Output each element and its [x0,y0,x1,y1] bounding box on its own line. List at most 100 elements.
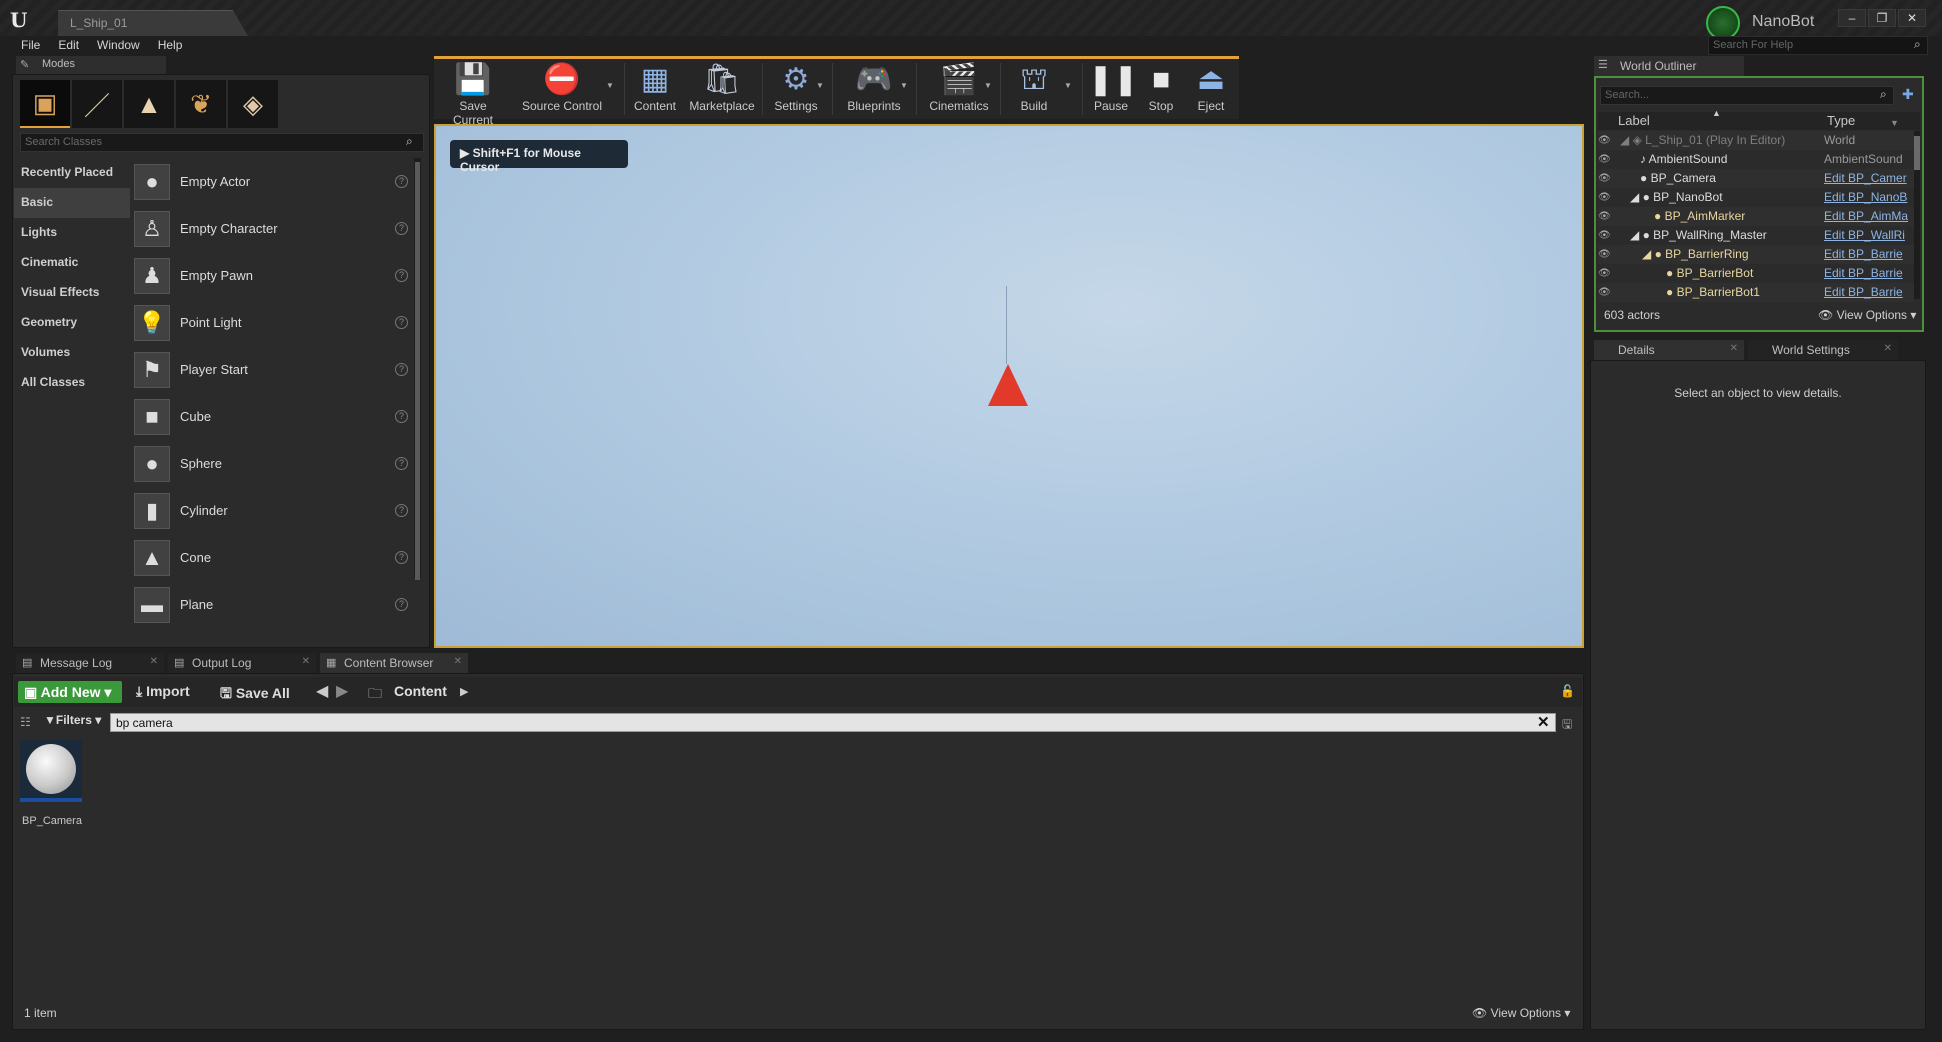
help-icon[interactable]: ? [395,316,408,329]
source-control-dropdown-icon[interactable]: ▼ [606,81,614,90]
help-icon[interactable]: ? [395,504,408,517]
sources-toggle-icon[interactable]: ☷ [20,715,31,729]
clear-search-icon[interactable]: ✕ [1537,713,1550,731]
tab-content-browser[interactable]: ▦ Content Browser ✕ [320,653,468,673]
tab-world-settings[interactable]: World Settings ✕ [1748,340,1898,360]
lock-icon[interactable]: 🔓 [1560,684,1575,698]
outliner-row[interactable]: 👁 ◢ ● BP_WallRing_Master Edit BP_WallRi [1598,226,1914,245]
edit-blueprint-link[interactable]: Edit BP_Barrie [1824,264,1910,283]
world-outliner-tab[interactable]: World Outliner [1594,56,1744,76]
asset-search-input[interactable]: bp camera [110,713,1556,732]
outliner-row[interactable]: 👁 ◢ ● BP_BarrierRing Edit BP_Barrie [1598,245,1914,264]
outliner-row[interactable]: 👁 ◢ ● BP_NanoBot Edit BP_NanoB [1598,188,1914,207]
visibility-eye-icon[interactable]: 👁 [1598,264,1612,283]
class-item[interactable]: 💡 Point Light? [134,299,412,346]
visibility-eye-icon[interactable]: 👁 [1598,245,1612,264]
close-icon[interactable]: ✕ [150,656,158,667]
filters-button[interactable]: ▼Filters ▾ [44,713,101,727]
visibility-eye-icon[interactable]: 👁 [1598,188,1612,207]
settings-dropdown-icon[interactable]: ▼ [816,81,824,90]
search-icon[interactable]: ⌕ [1914,37,1921,52]
close-button[interactable]: ✕ [1898,9,1926,27]
level-document-tab[interactable]: L_Ship_01 [58,10,248,36]
class-item[interactable]: ▬ Plane? [134,581,412,628]
tab-message-log[interactable]: ▤ Message Log ✕ [16,653,164,673]
outliner-row[interactable]: 👁 ◢ ◈ L_Ship_01 (Play In Editor) World [1598,131,1914,150]
add-new-button[interactable]: ▣ Add New ▾ [18,681,122,703]
class-search-input[interactable]: Search Classes [20,133,424,152]
category-recently-placed[interactable]: Recently Placed [14,158,130,188]
class-item[interactable]: ● Sphere? [134,440,412,487]
landscape-mode-button[interactable]: ▲ [124,80,174,128]
back-arrow-icon[interactable]: ◀ [316,681,328,701]
cone-actor[interactable] [988,364,1028,406]
tab-output-log[interactable]: ▤ Output Log ✕ [168,653,316,673]
edit-blueprint-link[interactable]: Edit BP_WallRi [1824,226,1910,245]
class-item[interactable]: ▲ Cone? [134,534,412,581]
save-current-button[interactable]: 💾 Save Current [438,59,508,127]
menu-edit[interactable]: Edit [49,36,88,56]
breadcrumb-content[interactable]: Content [394,683,447,699]
close-icon[interactable]: ✕ [302,656,310,667]
category-cinematic[interactable]: Cinematic [14,248,130,278]
help-icon[interactable]: ? [395,175,408,188]
help-search-input[interactable]: Search For Help [1708,36,1928,55]
close-icon[interactable]: ✕ [1884,343,1892,354]
type-column-header[interactable]: Type [1827,113,1855,128]
class-item[interactable]: ■ Cube? [134,393,412,440]
menu-file[interactable]: File [12,36,49,56]
menu-help[interactable]: Help [149,36,192,56]
asset-tile[interactable] [20,740,82,802]
outliner-view-options-button[interactable]: 👁 View Options ▾ [1818,308,1916,322]
category-all-classes[interactable]: All Classes [14,368,130,398]
label-column-header[interactable]: Label [1618,113,1650,128]
class-item[interactable]: ⚑ Player Start? [134,346,412,393]
help-icon[interactable]: ? [395,598,408,611]
forward-arrow-icon[interactable]: ▶ [336,681,348,701]
category-volumes[interactable]: Volumes [14,338,130,368]
eject-button[interactable]: ⏏ Eject [1188,59,1234,119]
place-mode-button[interactable]: ▣ [20,80,70,128]
build-dropdown-icon[interactable]: ▼ [1064,81,1072,90]
tab-details[interactable]: Details ✕ [1594,340,1744,360]
save-all-button[interactable]: 🖫 Save All [220,683,290,707]
class-list-scroll-thumb[interactable] [415,162,420,580]
edit-blueprint-link[interactable]: Edit BP_NanoB [1824,188,1910,207]
visibility-eye-icon[interactable]: 👁 [1598,169,1612,188]
edit-blueprint-link[interactable]: Edit BP_AimMa [1824,207,1910,226]
help-icon[interactable]: ? [395,457,408,470]
edit-blueprint-link[interactable]: Edit BP_Camer [1824,169,1910,188]
visibility-eye-icon[interactable]: 👁 [1598,150,1612,169]
marketplace-button[interactable]: 🛍 Marketplace [686,59,758,119]
source-control-button[interactable]: ⛔ Source Control [520,59,604,119]
help-icon[interactable]: ? [395,363,408,376]
help-icon[interactable]: ? [395,410,408,423]
column-menu-icon[interactable]: ▼ [1890,118,1899,128]
category-basic[interactable]: Basic [14,188,130,218]
search-icon[interactable]: ⌕ [1880,87,1887,102]
geometry-mode-button[interactable]: ◈ [228,80,278,128]
paint-mode-button[interactable]: ／ [72,80,122,128]
foliage-mode-button[interactable]: ❦ [176,80,226,128]
help-icon[interactable]: ? [395,269,408,282]
outliner-row[interactable]: 👁 ♪ AmbientSound AmbientSound [1598,150,1914,169]
edit-blueprint-link[interactable]: Edit BP_Barrie [1824,245,1910,264]
stop-button[interactable]: ■ Stop [1138,59,1184,119]
visibility-eye-icon[interactable]: 👁 [1598,226,1612,245]
pause-button[interactable]: ❚❚ Pause [1088,59,1138,119]
menu-window[interactable]: Window [88,36,149,56]
breadcrumb-chevron-icon[interactable]: ▶ [460,685,468,698]
add-actor-icon[interactable]: ✚ [1902,86,1914,103]
content-view-options-button[interactable]: 👁 View Options ▾ [1472,1006,1570,1020]
help-icon[interactable]: ? [395,551,408,564]
outliner-row[interactable]: 👁 ● BP_BarrierBot Edit BP_Barrie [1598,264,1914,283]
outliner-row[interactable]: 👁 ● BP_AimMarker Edit BP_AimMa [1598,207,1914,226]
save-search-icon[interactable]: 🖫 [1562,715,1572,736]
outliner-scroll-thumb[interactable] [1914,136,1920,170]
maximize-button[interactable]: ❐ [1868,9,1896,27]
visibility-eye-icon[interactable]: 👁 [1598,207,1612,226]
class-item[interactable]: ● Empty Actor? [134,158,412,205]
class-item[interactable]: ♙ Empty Character? [134,205,412,252]
build-button[interactable]: ⛫ Build [1004,59,1064,119]
search-icon[interactable]: ⌕ [406,134,413,149]
